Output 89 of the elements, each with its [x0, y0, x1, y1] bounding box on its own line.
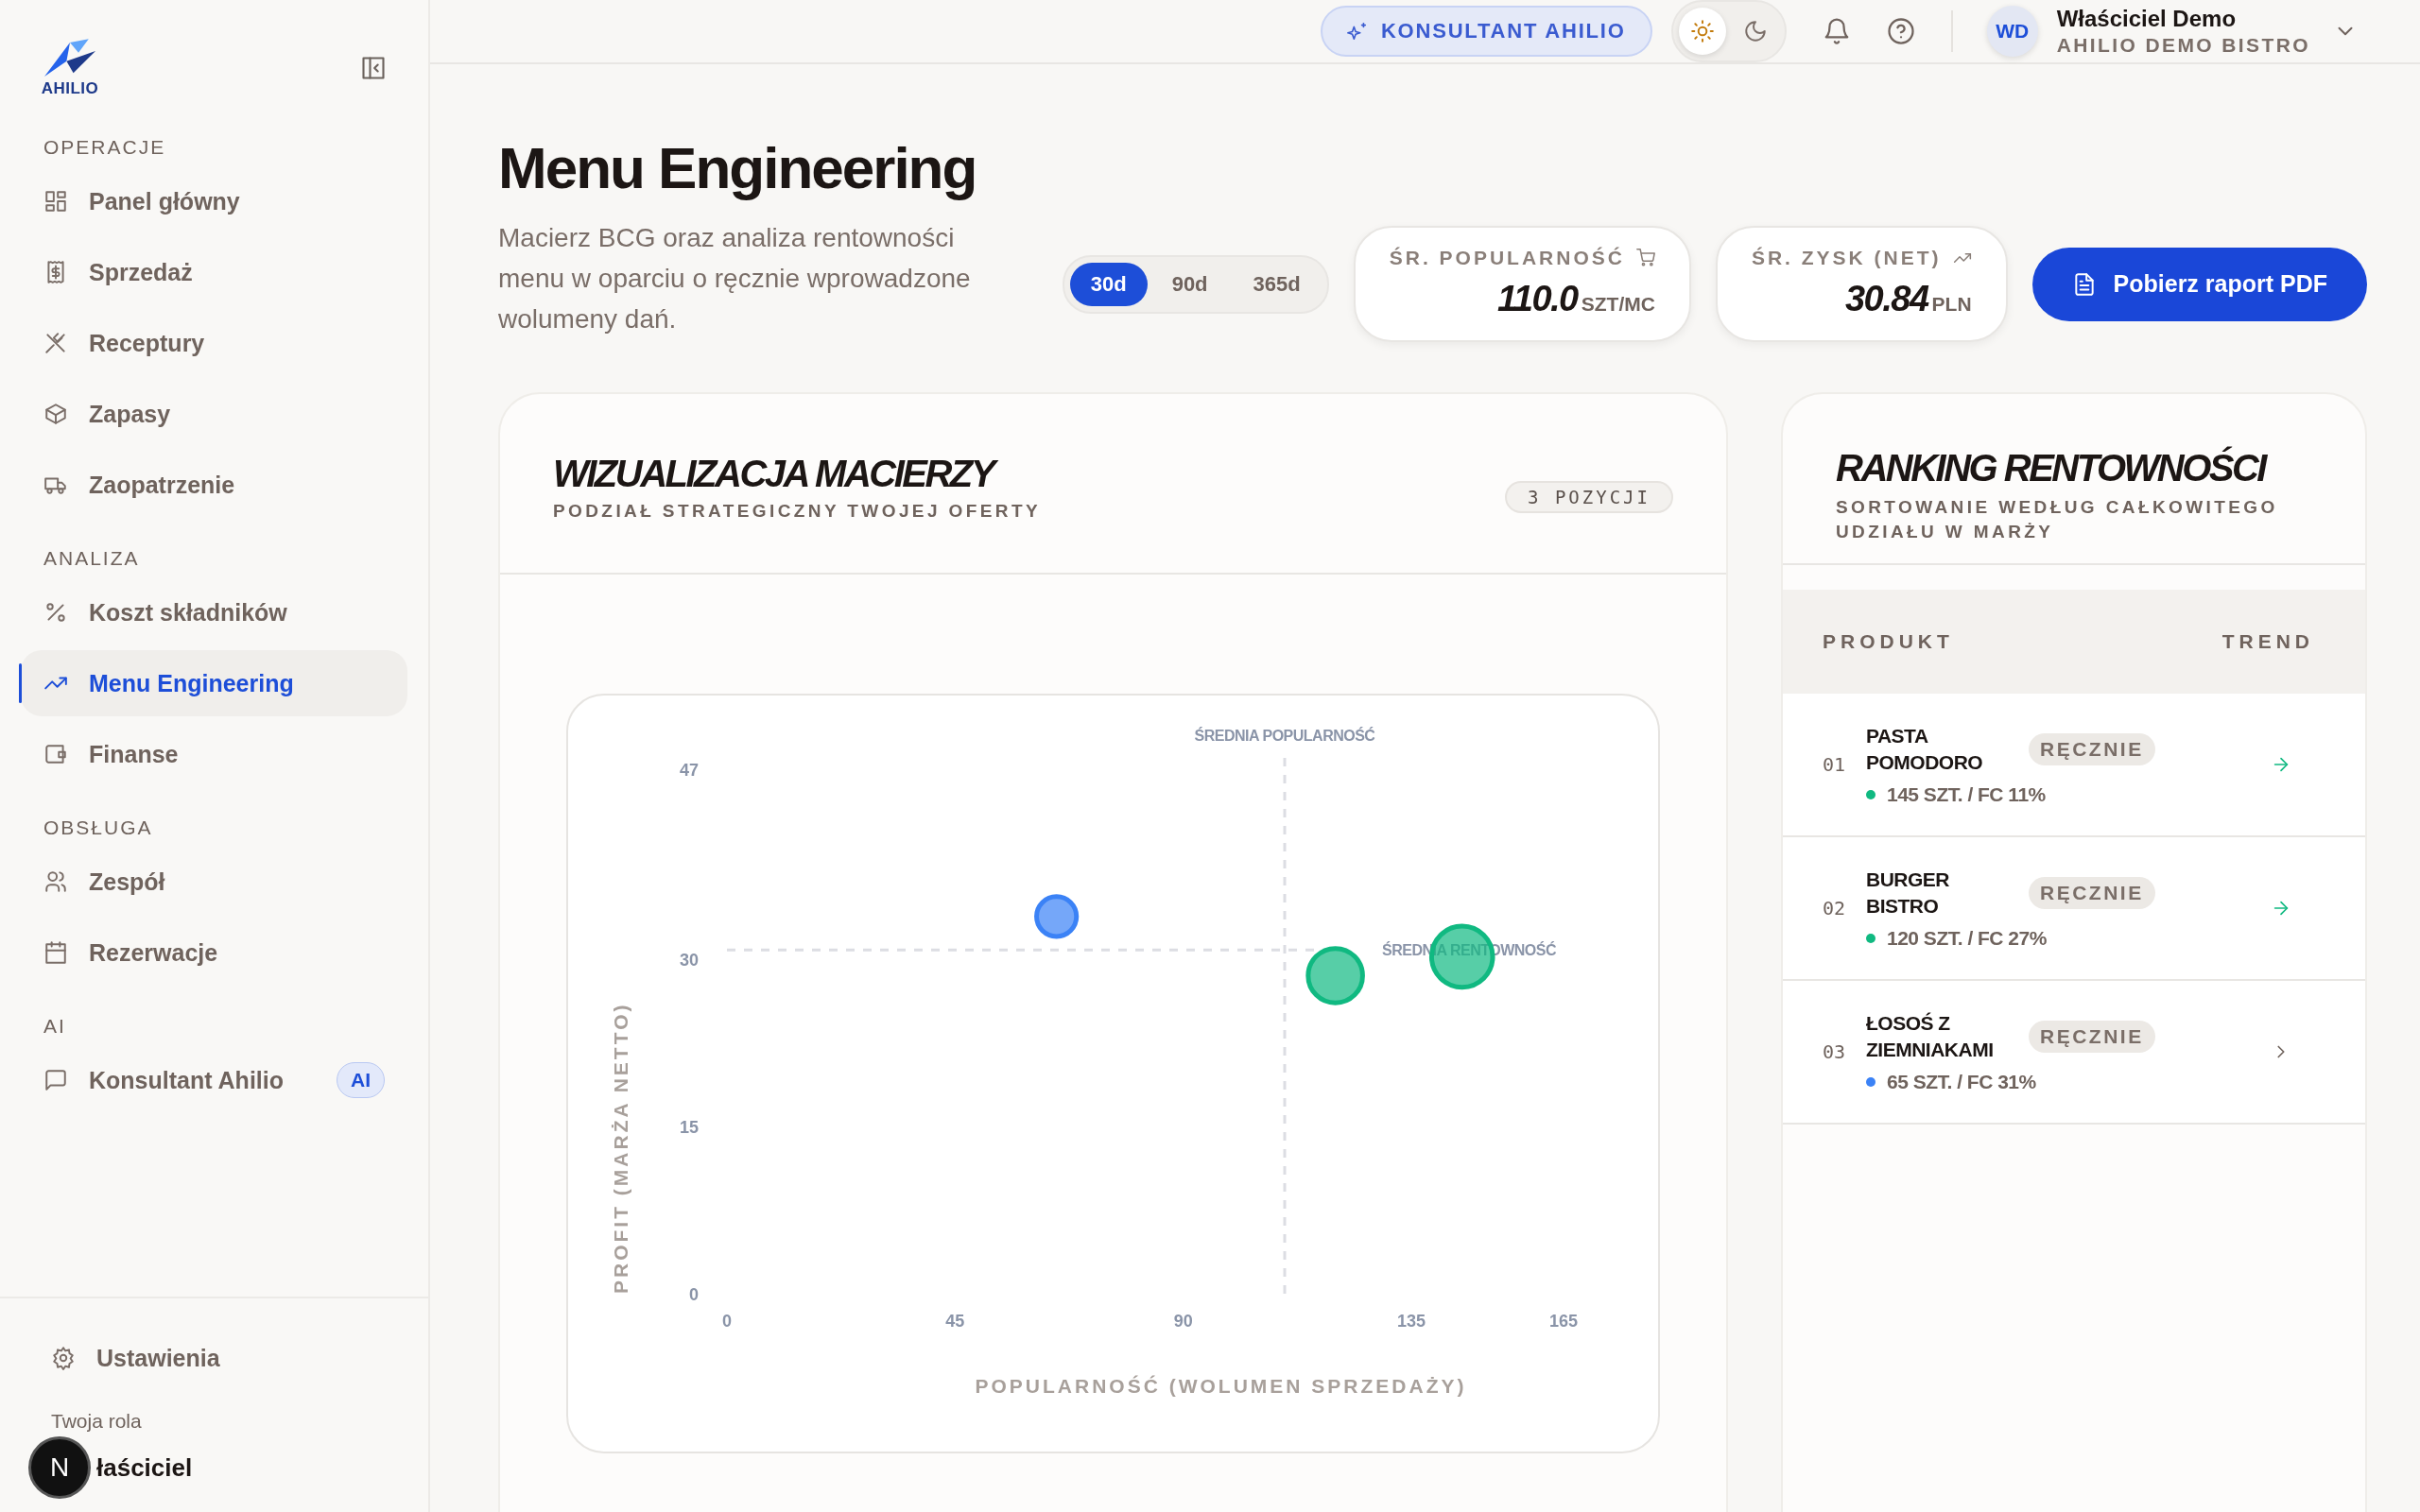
card-subtitle: PODZIAŁ STRATEGICZNY TWOJEJ OFERTY — [553, 501, 1042, 522]
page-title: Menu Engineering — [498, 134, 977, 202]
wallet-icon — [43, 742, 68, 766]
x-tick-label: 45 — [945, 1312, 965, 1331]
y-tick-label: 15 — [679, 1117, 699, 1137]
data-point[interactable] — [1034, 894, 1080, 939]
stat-value: 110.0 — [1496, 279, 1578, 318]
settings-link[interactable]: Ustawienia — [28, 1325, 400, 1391]
box-icon — [43, 402, 68, 426]
period-tab[interactable]: 365d — [1232, 262, 1322, 306]
card-title: WIZUALIZACJA MACIERZY — [553, 453, 1042, 495]
stat-value: 30.84 — [1845, 279, 1928, 318]
role-value: łaściciel — [96, 1452, 193, 1483]
nav-item[interactable]: Menu Engineering — [21, 650, 407, 716]
product-stats: 145 SZT. / FC 11% — [1887, 783, 2046, 806]
count-badge: 3 POZYCJI — [1505, 481, 1673, 513]
ai-badge: AI — [337, 1062, 385, 1098]
x-tick-label: 90 — [1173, 1312, 1193, 1331]
y-tick-label: 30 — [679, 950, 699, 970]
nav-item[interactable]: Zespół — [21, 849, 407, 915]
nav-item[interactable]: Rezerwacje — [21, 919, 407, 986]
rank-number: 03 — [1823, 1040, 1847, 1063]
x-tick-label: 0 — [722, 1312, 732, 1331]
rank-number: 02 — [1823, 897, 1847, 919]
period-tab[interactable]: 90d — [1150, 262, 1229, 306]
data-point[interactable] — [1305, 946, 1365, 1005]
y-tick-label: 47 — [679, 761, 699, 780]
stat-unit: PLN — [1931, 293, 1972, 315]
user-avatar[interactable]: WD — [1986, 6, 2038, 57]
sparkle-icon — [1346, 21, 1368, 42]
nav-item[interactable]: Koszt składników — [21, 579, 407, 645]
sun-icon — [1689, 19, 1715, 43]
nav-item[interactable]: Receptury — [21, 310, 407, 376]
product-name: PASTA POMODORO — [1866, 724, 1984, 775]
cart-icon — [1635, 249, 1655, 267]
ranking-row[interactable]: 02 BURGER BISTRO RĘCZNIE 120 SZT. / FC 27% — [1783, 837, 2365, 981]
nav-item[interactable]: Zapasy — [21, 381, 407, 447]
x-axis-label: POPULARNOŚĆ (WOLUMEN SPRZEDAŻY) — [975, 1375, 1467, 1397]
nav-item[interactable]: Konsultant Ahilio AI — [21, 1047, 407, 1113]
x-tick-label: 165 — [1549, 1312, 1578, 1331]
logo-text: AHILIO — [41, 79, 99, 98]
manual-badge: RĘCZNIE — [2029, 877, 2155, 909]
user-org: AHILIO DEMO BISTRO — [2056, 34, 2310, 57]
period-tab[interactable]: 30d — [1069, 262, 1148, 306]
percent-icon — [43, 600, 68, 625]
card-title: RANKING RENTOWNOŚCI — [1836, 447, 2268, 490]
card-subtitle: SORTOWANIE WEDŁUG CAŁKOWITEGO UDZIAŁU W MARŻY — [1836, 496, 2279, 543]
light-mode-button[interactable] — [1678, 8, 1726, 55]
chat-icon — [43, 1068, 68, 1092]
manual-badge: RĘCZNIE — [2029, 1021, 2155, 1053]
y-tick-label: 0 — [689, 1285, 699, 1304]
stat-label: ŚR. POPULARNOŚĆ — [1389, 247, 1625, 269]
utensils-icon — [43, 331, 68, 355]
product-name: BURGER BISTRO — [1866, 868, 1950, 919]
average-label: ŚREDNIA POPULARNOŚĆ — [1194, 728, 1375, 744]
rank-number: 01 — [1823, 753, 1847, 776]
column-header: TREND — [2221, 630, 2314, 653]
consultant-button[interactable]: KONSULTANT AHILIO — [1320, 6, 1652, 57]
help-icon[interactable] — [1886, 17, 1915, 45]
section-title: AI — [43, 1014, 67, 1039]
manual-badge: RĘCZNIE — [2029, 733, 2155, 765]
section-title: OBSŁUGA — [43, 816, 154, 840]
nav-item[interactable]: Panel główny — [21, 168, 407, 234]
column-header: PRODUKT — [1823, 630, 1954, 653]
stat-unit: SZT/MC — [1581, 293, 1655, 315]
download-pdf-button[interactable]: Pobierz raport PDF — [2031, 247, 2367, 321]
section-title: OPERACJE — [43, 135, 167, 160]
dev-tools-button[interactable]: N — [28, 1436, 91, 1499]
product-stats: 65 SZT. / FC 31% — [1887, 1071, 2036, 1093]
moon-icon — [1742, 19, 1768, 43]
nav-item[interactable]: Sprzedaż — [21, 239, 407, 305]
grid-icon — [43, 189, 68, 214]
role-label: Twoja rola — [50, 1410, 143, 1433]
settings-icon — [51, 1346, 76, 1370]
product-stats: 120 SZT. / FC 27% — [1887, 927, 2047, 950]
users-icon — [43, 869, 68, 894]
page-description: Macierz BCG oraz analiza rentowności menu w oparciu o ręcznie wprowadzone wolumeny dań. — [498, 222, 972, 335]
ranking-row[interactable]: 01 PASTA POMODORO RĘCZNIE 145 SZT. / FC 11% — [1783, 694, 2365, 837]
nav-item[interactable]: Zaopatrzenie — [21, 452, 407, 518]
sidebar-collapse-icon[interactable] — [360, 55, 387, 81]
stat-label: ŚR. ZYSK (NET) — [1751, 247, 1942, 269]
y-axis-label: PROFIT (MARŻA NETTO) — [610, 1002, 631, 1294]
user-name: Właściciel Demo — [2056, 6, 2238, 32]
section-title: ANALIZA — [43, 546, 141, 571]
ranking-row[interactable]: 03 ŁOSOŚ Z ZIEMNIAKAMI RĘCZNIE 65 SZT. / FC 31% — [1783, 981, 2365, 1125]
nav-item[interactable]: Finanse — [21, 721, 407, 787]
calendar-icon — [43, 940, 68, 965]
x-tick-label: 135 — [1397, 1312, 1426, 1331]
product-name: ŁOSOŚ Z ZIEMNIAKAMI — [1866, 1011, 1995, 1062]
